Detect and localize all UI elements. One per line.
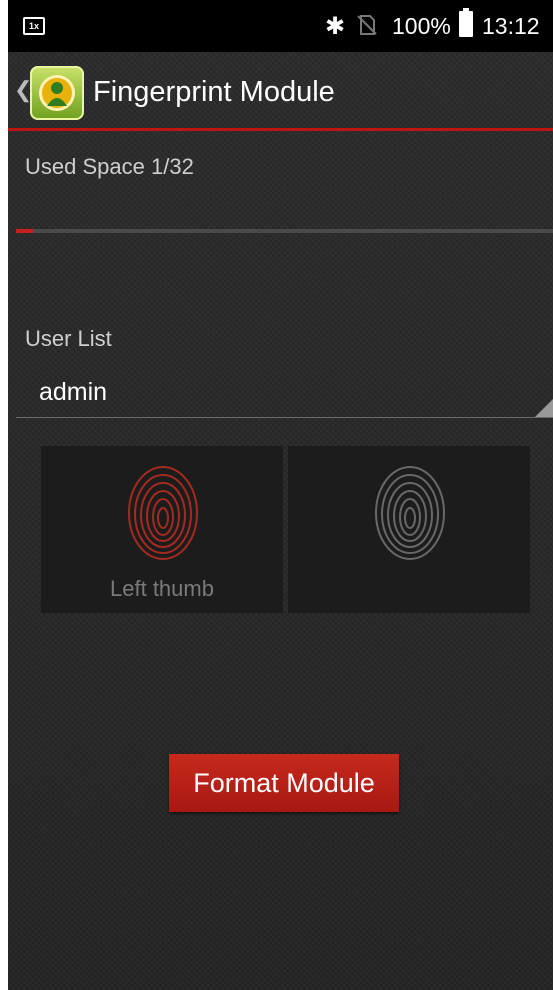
image-notification-icon: 1x [23, 17, 45, 35]
person-icon [47, 82, 67, 106]
header-divider [8, 128, 553, 131]
dropdown-underline [16, 417, 553, 418]
used-space-progress-fill [16, 229, 33, 233]
finger-slot-right[interactable] [288, 446, 530, 613]
battery-icon [459, 8, 473, 37]
user-list-selected: admin [39, 378, 108, 406]
no-sim-icon [357, 15, 377, 35]
used-space-value: 1/32 [150, 154, 194, 179]
clock: 13:12 [482, 13, 540, 39]
finger-label: Left thumb [110, 576, 214, 601]
status-bar: 1x ✱ 100% 13:12 [8, 0, 553, 52]
dropdown-arrow-icon [535, 399, 553, 417]
page-title: Fingerprint Module [93, 76, 335, 108]
fingerprint-icon [375, 466, 445, 560]
battery-percent: 100% [392, 13, 451, 39]
app-screen: 1x ✱ 100% 13:12 ❮ Fingerprint Module Use… [8, 0, 553, 990]
fingerprint-icon [128, 466, 198, 560]
app-user-icon[interactable] [30, 66, 84, 120]
used-space-text: Used Space 1/32 [25, 154, 194, 180]
app-bar[interactable]: ❮ Fingerprint Module [8, 52, 553, 130]
bluetooth-icon: ✱ [325, 13, 346, 40]
used-space-progress [16, 229, 553, 233]
user-list-dropdown[interactable]: admin [16, 366, 553, 418]
finger-slot-left-thumb[interactable]: Left thumb [41, 446, 283, 613]
format-module-button[interactable]: Format Module [169, 754, 399, 812]
used-space-label: Used Space [25, 154, 145, 179]
user-list-label: User List [25, 326, 112, 351]
